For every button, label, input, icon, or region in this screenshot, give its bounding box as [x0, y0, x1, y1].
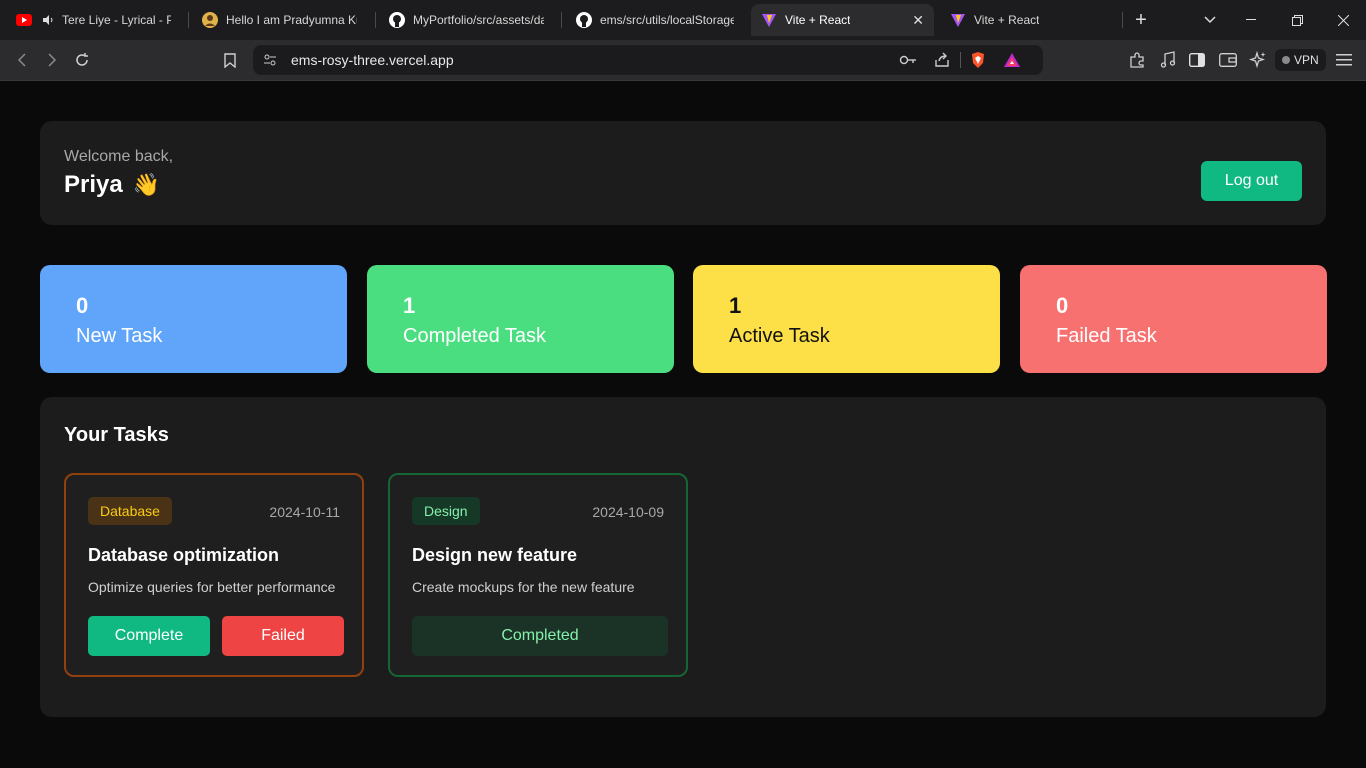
- url-text[interactable]: ems-rosy-three.vercel.app: [291, 52, 454, 68]
- task-description: Optimize queries for better performance: [88, 579, 336, 595]
- stat-label: Completed Task: [403, 325, 547, 347]
- tab-separator: [561, 12, 562, 28]
- dashboard-page: Welcome back, Priya 👋 Log out 0 New Task…: [0, 81, 1366, 768]
- logout-button[interactable]: Log out: [1201, 161, 1302, 201]
- wave-emoji-icon: 👋: [132, 172, 161, 197]
- stat-label: Failed Task: [1056, 325, 1157, 347]
- stat-count: 0: [76, 293, 89, 318]
- stat-count: 1: [729, 293, 742, 318]
- vpn-status-dot: [1282, 56, 1290, 64]
- tab-separator: [375, 12, 376, 28]
- tab-github-ems[interactable]: ems/src/utils/localStorage: [566, 4, 744, 36]
- menu-icon[interactable]: [1334, 50, 1354, 70]
- welcome-text: Welcome back,: [64, 148, 174, 165]
- avatar-icon: [202, 12, 218, 28]
- category-badge: Design: [412, 497, 480, 525]
- tab-youtube[interactable]: Tere Liye - Lyrical - Prin: [6, 4, 181, 36]
- brave-rewards-icon[interactable]: [1003, 51, 1021, 69]
- back-icon[interactable]: [10, 48, 34, 72]
- failed-button[interactable]: Failed: [222, 616, 344, 656]
- task-title: Design new feature: [412, 545, 578, 565]
- extensions-icon[interactable]: [1127, 50, 1147, 70]
- vpn-label: VPN: [1294, 53, 1319, 67]
- category-badge: Database: [88, 497, 172, 525]
- reload-icon[interactable]: [70, 48, 94, 72]
- stat-completed-task: 1 Completed Task: [367, 265, 674, 373]
- browser-tab-bar: Tere Liye - Lyrical - Prin Hello I am Pr…: [0, 0, 1366, 40]
- vite-icon: [761, 12, 777, 28]
- welcome-header: Welcome back, Priya 👋 Log out: [40, 121, 1326, 225]
- stat-count: 1: [403, 293, 416, 318]
- vite-icon: [950, 12, 966, 28]
- stat-active-task: 1 Active Task: [693, 265, 1000, 373]
- youtube-icon: [16, 12, 32, 28]
- close-tab-icon[interactable]: ✕: [912, 12, 924, 29]
- tasks-panel: Your Tasks Database 2024-10-11 Database …: [40, 397, 1326, 717]
- vpn-button[interactable]: VPN: [1275, 49, 1326, 71]
- tab-vite-react[interactable]: Vite + React: [940, 4, 1115, 36]
- address-bar[interactable]: ems-rosy-three.vercel.app: [253, 45, 1043, 75]
- new-tab-icon[interactable]: +: [1121, 0, 1161, 40]
- github-icon: [389, 12, 405, 28]
- tab-separator: [188, 12, 189, 28]
- user-name: Priya 👋: [64, 171, 160, 199]
- task-date: 2024-10-11: [269, 504, 340, 520]
- minimize-icon[interactable]: [1231, 0, 1271, 40]
- tab-label: MyPortfolio/src/assets/dat: [413, 13, 544, 27]
- leo-ai-icon[interactable]: [1248, 50, 1268, 70]
- task-card-design: Design 2024-10-09 Design new feature Cre…: [388, 473, 688, 677]
- address-divider: [960, 52, 961, 68]
- media-icon[interactable]: [1158, 50, 1178, 70]
- tab-label: Vite + React: [785, 13, 851, 27]
- complete-button[interactable]: Complete: [88, 616, 210, 656]
- close-window-icon[interactable]: [1323, 0, 1363, 40]
- stat-count: 0: [1056, 293, 1069, 318]
- stat-failed-task: 0 Failed Task: [1020, 265, 1327, 373]
- tab-label: Hello I am Pradyumna Ku: [226, 13, 357, 27]
- task-title: Database optimization: [88, 545, 280, 565]
- task-card-database: Database 2024-10-11 Database optimizatio…: [64, 473, 364, 677]
- tab-label: ems/src/utils/localStorage: [600, 13, 734, 27]
- completed-status: Completed: [412, 616, 668, 656]
- browser-toolbar: ems-rosy-three.vercel.app VPN: [0, 40, 1366, 81]
- site-settings-icon[interactable]: [261, 51, 279, 69]
- task-description: Create mockups for the new feature: [412, 579, 635, 595]
- wallet-icon[interactable]: [1218, 50, 1238, 70]
- stat-label: Active Task: [729, 325, 830, 347]
- user-name-text: Priya: [64, 171, 123, 198]
- sidebar-toggle-icon[interactable]: [1187, 50, 1207, 70]
- forward-icon[interactable]: [40, 48, 64, 72]
- github-icon: [576, 12, 592, 28]
- key-icon[interactable]: [899, 51, 917, 69]
- bookmark-icon[interactable]: [218, 48, 242, 72]
- tab-portfolio[interactable]: Hello I am Pradyumna Ku: [192, 4, 367, 36]
- tab-label: Vite + React: [974, 13, 1040, 27]
- brave-shields-icon[interactable]: [969, 51, 987, 69]
- tab-label: Tere Liye - Lyrical - Prin: [62, 13, 171, 27]
- speaker-icon[interactable]: [40, 12, 56, 28]
- stat-new-task: 0 New Task: [40, 265, 347, 373]
- share-icon[interactable]: [933, 51, 951, 69]
- restore-icon[interactable]: [1277, 0, 1317, 40]
- tab-search-chevron-icon[interactable]: [1190, 0, 1230, 40]
- tab-github-portfolio[interactable]: MyPortfolio/src/assets/dat: [379, 4, 554, 36]
- stat-label: New Task: [76, 325, 163, 347]
- tasks-title: Your Tasks: [64, 424, 169, 446]
- tab-vite-react-active[interactable]: Vite + React ✕: [751, 4, 934, 36]
- task-date: 2024-10-09: [592, 504, 664, 520]
